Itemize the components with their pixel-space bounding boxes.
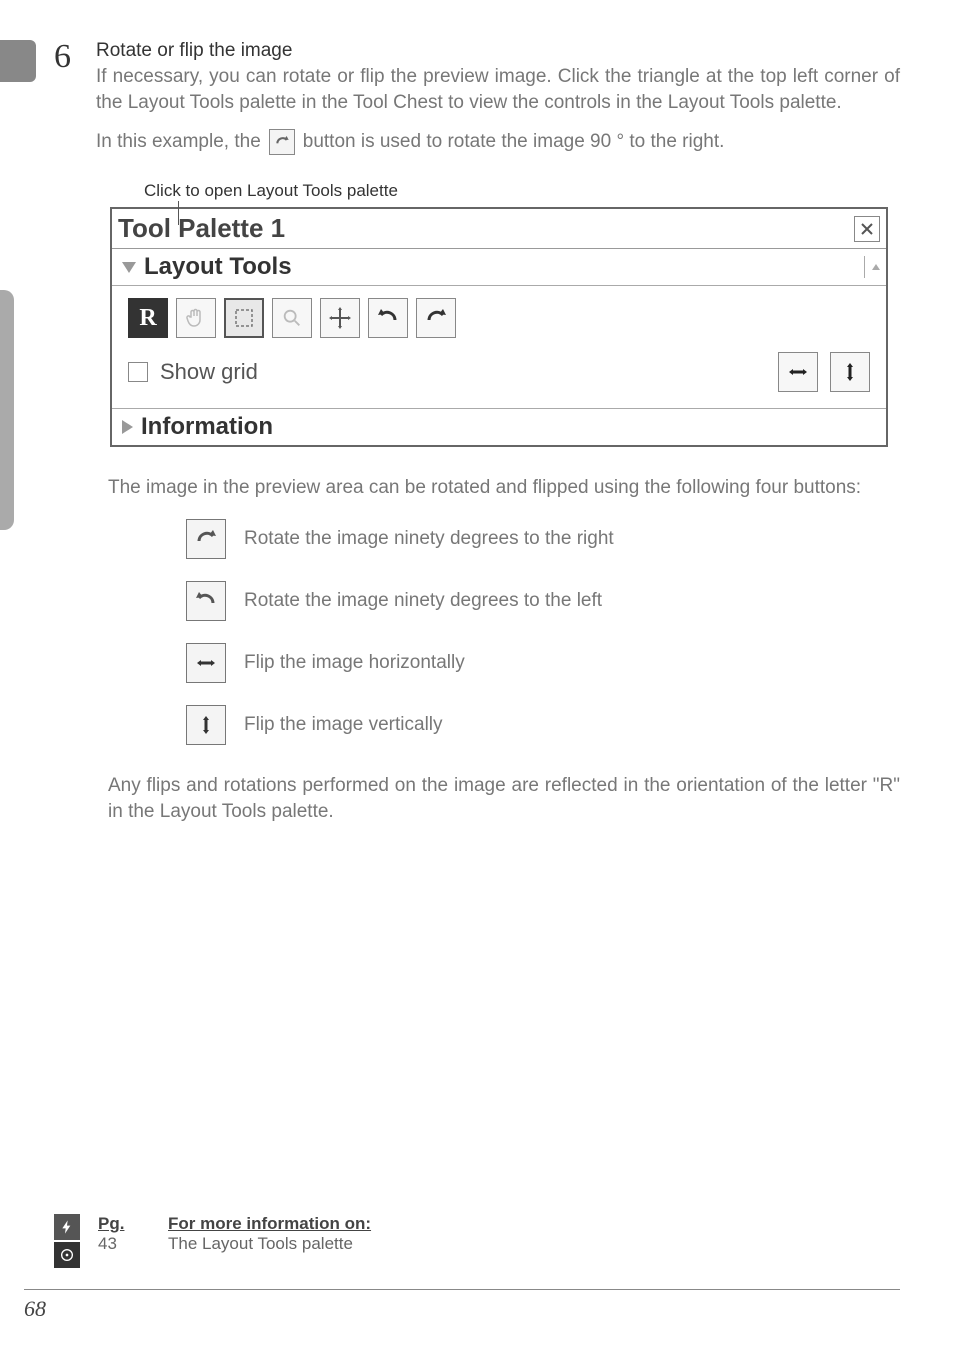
margin-bar [0,290,14,530]
flip-horizontal-button[interactable] [778,352,818,392]
show-grid-row: Show grid [128,352,870,392]
list-item: Rotate the image ninety degrees to the r… [186,519,900,559]
information-header[interactable]: Information [112,408,886,445]
layout-tools-body: R [112,286,886,408]
page-number: 68 [24,1296,46,1322]
ref-page: 43 [98,1234,138,1254]
tool-palette: Tool Palette 1 Layout Tools R [110,207,888,447]
step-body: If necessary, you can rotate or flip the… [96,64,900,115]
buttons-intro: The image in the preview area can be rot… [108,475,900,501]
reference-icons [54,1214,84,1268]
rotate-left-desc: Rotate the image ninety degrees to the l… [244,590,602,612]
flash-icon [54,1214,80,1240]
rotate-right-icon [186,519,226,559]
rotate-left-button[interactable] [368,298,408,338]
inline-text-b: button is used to rotate the image 90 ° … [303,131,725,153]
flip-horizontal-desc: Flip the image horizontally [244,652,465,674]
move-tool-icon[interactable] [320,298,360,338]
rotate-left-icon [186,581,226,621]
show-grid-label: Show grid [160,359,258,385]
reference-row: 43 The Layout Tools palette [98,1234,371,1254]
palette-caption: Click to open Layout Tools palette [144,181,900,201]
orientation-indicator: R [128,298,168,338]
page-rule [24,1289,900,1290]
marquee-tool-icon[interactable] [224,298,264,338]
show-grid-checkbox[interactable] [128,362,148,382]
scroll-up-icon[interactable] [864,256,886,278]
step-title: Rotate or flip the image [96,40,900,62]
pointer-line [178,201,179,225]
layout-tools-header[interactable]: Layout Tools [112,249,886,286]
chevron-down-icon [122,262,136,273]
palette-container: Tool Palette 1 Layout Tools R [110,207,900,447]
rotate-right-icon [269,129,295,155]
zoom-tool-icon[interactable] [272,298,312,338]
closing-text: Any flips and rotations performed on the… [108,773,900,824]
chevron-right-icon [122,420,133,434]
disc-icon [54,1242,80,1268]
rotate-right-desc: Rotate the image ninety degrees to the r… [244,528,614,550]
flip-vertical-button[interactable] [830,352,870,392]
icon-description-list: Rotate the image ninety degrees to the r… [186,519,900,745]
tool-button-row: R [128,298,870,338]
flip-vertical-desc: Flip the image vertically [244,714,443,736]
info-header: For more information on: [168,1214,371,1234]
margin-tab [0,40,36,82]
list-item: Flip the image horizontally [186,643,900,683]
reference-table: Pg. For more information on: 43 The Layo… [98,1214,371,1254]
list-item: Rotate the image ninety degrees to the l… [186,581,900,621]
pg-header: Pg. [98,1214,138,1234]
palette-title: Tool Palette 1 [118,213,285,244]
hand-tool-icon[interactable] [176,298,216,338]
flip-vertical-icon [186,705,226,745]
step-content: Rotate or flip the image If necessary, y… [96,40,900,155]
step-block: 6 Rotate or flip the image If necessary,… [54,40,900,155]
rotate-right-button[interactable] [416,298,456,338]
reference-block: Pg. For more information on: 43 The Layo… [54,1214,371,1268]
palette-titlebar: Tool Palette 1 [112,209,886,249]
reference-header: Pg. For more information on: [98,1214,371,1234]
layout-tools-title: Layout Tools [144,253,864,281]
list-item: Flip the image vertically [186,705,900,745]
page: 6 Rotate or flip the image If necessary,… [0,0,954,1352]
close-icon[interactable] [854,216,880,242]
information-title: Information [141,413,876,441]
inline-text-a: In this example, the [96,131,261,153]
step-number: 6 [54,40,82,155]
step-inline: In this example, the button is used to r… [96,129,900,155]
flip-horizontal-icon [186,643,226,683]
ref-topic: The Layout Tools palette [168,1234,353,1254]
